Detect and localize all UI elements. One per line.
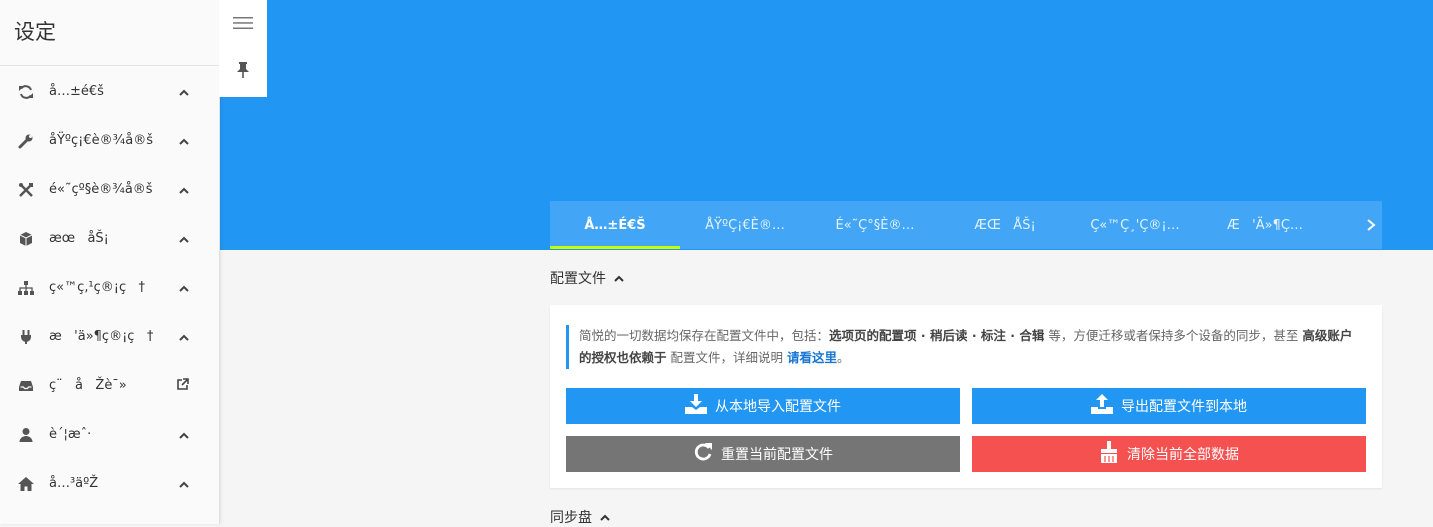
pin-icon [237, 62, 249, 82]
sidebar-item-site-management[interactable]: ç«™ç‚¹ç®¡ç † [0, 263, 219, 312]
tab-plugins[interactable]: Æ 'Ä»¶Ç… [1200, 201, 1330, 249]
sidebar-toolbar [219, 0, 267, 97]
clear-data-button[interactable]: 清除当前全部数据 [972, 436, 1366, 472]
section-sync-header[interactable]: 同步盘 [550, 507, 610, 527]
config-description: 简悦的一切数据均保存在配置文件中，包括：选项页的配置项 · 稍后读 · 标注 ·… [566, 325, 1359, 369]
user-icon [18, 427, 34, 443]
config-card: 简悦的一切数据均保存在配置文件中，包括：选项页的配置项 · 稍后读 · 标注 ·… [550, 305, 1382, 488]
sitemap-icon [18, 280, 34, 296]
tools-icon [18, 182, 34, 198]
section-title: 配置文件 [550, 271, 606, 287]
menu-icon [233, 15, 253, 34]
button-label: 重置当前配置文件 [721, 447, 833, 463]
pin-button[interactable] [219, 48, 267, 96]
chevron-up-icon [614, 270, 624, 286]
sidebar-item-label: å…±é€š [49, 84, 104, 99]
redo-icon [693, 442, 721, 466]
download-icon [685, 394, 715, 418]
sidebar-item-plugin-management[interactable]: æ 'ä»¶ç®¡ç † [0, 312, 219, 361]
tab-advanced[interactable]: É«˜Ç°§È®… [810, 201, 940, 249]
sidebar-item-label: æ 'ä»¶ç®¡ç † [49, 329, 154, 344]
chevron-up-icon [179, 85, 189, 99]
sidebar-item-advanced-settings[interactable]: é«˜çº§è®¾å®š [0, 165, 219, 214]
external-link-icon[interactable] [176, 377, 189, 394]
tab-scroll-right-button[interactable] [1360, 201, 1382, 249]
tab-sites[interactable]: Ç«™Ç¸'Ç®¡… [1070, 201, 1200, 249]
sidebar-item-label: ç«™ç‚¹ç®¡ç † [49, 280, 145, 295]
description-text: 等，方便迁移或者保持多个设备的同步，甚至 [1044, 328, 1303, 343]
wrench-icon [18, 133, 34, 149]
chevron-up-icon [179, 183, 189, 197]
section-title: 同步盘 [550, 510, 592, 526]
home-icon [18, 476, 34, 492]
sidebar-item-services[interactable]: æœ åŠ¡ [0, 214, 219, 263]
button-label: 从本地导入配置文件 [715, 399, 841, 415]
cube-icon [18, 231, 34, 247]
chevron-up-icon [179, 281, 189, 295]
chevron-up-icon [179, 477, 189, 491]
sidebar-item-label: ç¨ å Žè¯» [49, 378, 127, 393]
details-link[interactable]: 请看这里 [787, 350, 837, 365]
chevron-up-icon [179, 330, 189, 344]
chevron-right-icon [1366, 216, 1376, 235]
sidebar-item-label: å…³äºŽ [49, 476, 99, 491]
tab-bar: Å…±É€Š ÅŸºÇ¡€È®… É«˜Ç°§È®… ÆŒ ÅŠ¡ Ç«™Ç¸'… [550, 201, 1382, 249]
button-label: 导出配置文件到本地 [1121, 399, 1247, 415]
inbox-icon [18, 378, 34, 394]
sidebar-title: 设定 [0, 0, 219, 66]
sync-icon [18, 84, 34, 100]
sidebar-item-common[interactable]: å…±é€š [0, 67, 219, 116]
description-text: 配置文件，详细说明 [666, 350, 787, 365]
upload-icon [1091, 394, 1121, 418]
sidebar-item-label: åŸºç¡€è®¾å®š [49, 133, 153, 148]
chevron-up-icon [600, 509, 610, 525]
broom-icon [1099, 441, 1127, 467]
sidebar-item-basic-settings[interactable]: åŸºç¡€è®¾å®š [0, 116, 219, 165]
description-text: 。 [836, 350, 850, 365]
sidebar-item-account[interactable]: è´¦æˆ· [0, 410, 219, 459]
description-bold: 选项页的配置项 · 稍后读 · 标注 · 合辑 [829, 328, 1045, 343]
tab-services[interactable]: ÆŒ ÅŠ¡ [940, 201, 1070, 249]
chevron-up-icon [179, 134, 189, 148]
sidebar-item-label: é«˜çº§è®¾å®š [49, 182, 153, 197]
menu-button[interactable] [219, 0, 267, 48]
import-config-button[interactable]: 从本地导入配置文件 [566, 388, 960, 424]
section-config-header[interactable]: 配置文件 [550, 268, 624, 288]
sidebar: 设定 å…±é€š åŸºç¡€è®¾å®š é«˜çº§è®¾å®š æœ å… [0, 0, 220, 524]
sidebar-item-label: æœ åŠ¡ [49, 231, 109, 246]
export-config-button[interactable]: 导出配置文件到本地 [972, 388, 1366, 424]
chevron-up-icon [179, 232, 189, 246]
plug-icon [18, 329, 34, 345]
sidebar-item-read-later[interactable]: ç¨ å Žè¯» [0, 361, 219, 410]
tab-basic[interactable]: ÅŸºÇ¡€È®… [680, 201, 810, 249]
sidebar-item-about[interactable]: å…³äºŽ [0, 459, 219, 508]
description-text: 简悦的一切数据均保存在配置文件中，包括： [579, 328, 830, 343]
tab-common[interactable]: Å…±É€Š [550, 201, 680, 249]
reset-config-button[interactable]: 重置当前配置文件 [566, 436, 960, 472]
sidebar-item-label: è´¦æˆ· [49, 427, 92, 442]
chevron-up-icon [179, 428, 189, 442]
button-label: 清除当前全部数据 [1127, 447, 1239, 463]
